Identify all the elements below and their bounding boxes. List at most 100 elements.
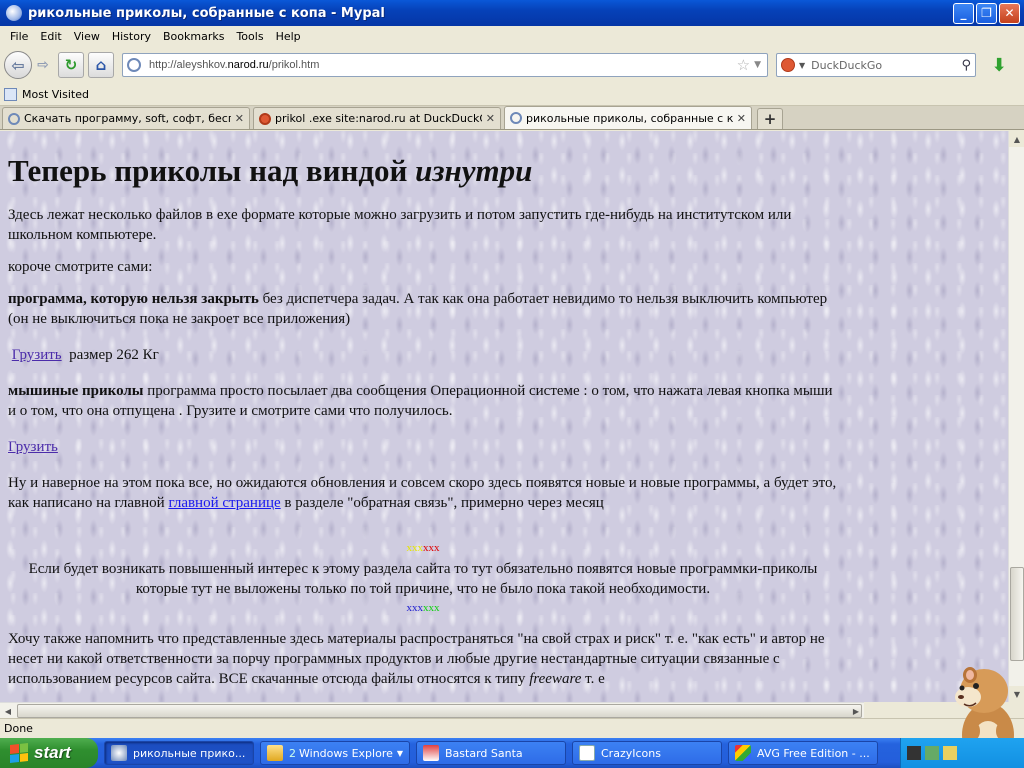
url-dropdown-icon[interactable]: ▼ [754,60,761,70]
download2-link[interactable]: Грузить [8,439,58,455]
taskbar-item-bastard-santa[interactable]: Bastard Santa [416,741,566,765]
status-bar: Done [0,718,1024,738]
menu-tools[interactable]: Tools [230,30,269,43]
mypal-app-icon[interactable] [6,5,22,21]
intro-paragraph: Здесь лежат несколько файлов в exe форма… [8,207,792,243]
duckduckgo-icon[interactable] [781,58,795,72]
horizontal-scroll-thumb[interactable] [17,704,862,718]
home-button[interactable]: ⌂ [88,52,114,78]
home-icon: ⌂ [95,56,107,74]
tray-icon[interactable] [907,746,921,760]
arrow-left-icon: ⇦ [11,55,25,75]
scroll-left-icon[interactable]: ◀ [0,703,16,719]
program2-description: мышиные приколы программа просто посылае… [8,381,838,421]
separator-top-red: xxx [423,542,440,554]
windows-flag-icon [10,743,28,763]
separator-bottom: xxxxxx [8,601,838,615]
tab-label: рикольные приколы, собранные с копа [526,111,733,125]
heading-plain: Теперь приколы над виндой [8,153,416,188]
taskbar-item-avg[interactable]: AVG Free Edition - ... [728,741,878,765]
bookmark-most-visited[interactable]: Most Visited [22,88,89,101]
scroll-right-icon[interactable]: ▶ [848,703,864,719]
vertical-scrollbar[interactable]: ▲ ▼ [1008,131,1024,702]
tray-icon[interactable] [943,746,957,760]
task-dropdown-icon: ▼ [396,748,403,758]
arrow-right-icon: ⇨ [37,57,49,73]
taskbar-item-windows-explorer[interactable]: 2 Windows Explorer ▼ [260,741,410,765]
vertical-scroll-thumb[interactable] [1010,567,1024,661]
back-button[interactable]: ⇦ [4,51,32,79]
status-text: Done [4,722,33,735]
menu-history[interactable]: History [106,30,157,43]
separator-bottom-blue: xxx [406,602,424,614]
task-label: Bastard Santa [445,746,523,760]
download1-size: размер 262 Кг [65,347,159,363]
close-button[interactable]: ✕ [999,2,1020,24]
window-title: рикольные приколы, собранные с копа - My… [28,5,385,21]
download-arrow-icon: ⬇ [991,54,1007,76]
scroll-up-icon[interactable]: ▲ [1009,131,1024,147]
forward-button[interactable]: ⇨ [32,54,54,76]
url-bar[interactable]: http://aleyshkov.narod.ru/prikol.htm ☆ ▼ [122,53,768,77]
santa-icon [423,745,439,761]
site-identity-icon[interactable] [127,58,141,72]
taskbar: start рикольные прико... 2 Windows Explo… [0,738,1024,768]
menu-help[interactable]: Help [270,30,307,43]
disclaimer-freeware: freeware [529,671,582,687]
taskbar-item-crazyicons[interactable]: CrazyIcons [572,741,722,765]
reload-button[interactable]: ↻ [58,52,84,78]
search-placeholder[interactable]: DuckDuckGo [811,59,961,72]
tab-download-programs[interactable]: Скачать программу, soft, софт, беспл... … [2,107,250,129]
new-tab-button[interactable]: + [757,108,783,129]
menu-edit[interactable]: Edit [34,30,67,43]
page-icon [510,112,522,124]
start-label: start [34,743,71,762]
task-count: 2 [289,746,296,760]
search-bar[interactable]: ▼ DuckDuckGo ⚲ [776,53,976,77]
window-icon [579,745,595,761]
disclaimer-paragraph: Хочу также напомнить что представленные … [8,629,838,689]
tray-icon[interactable] [925,746,939,760]
duckduckgo-icon [259,112,271,125]
downloads-button[interactable]: ⬇ [986,52,1012,78]
disclaimer-text-1: Хочу также напомнить что представленные … [8,631,825,687]
menu-bookmarks[interactable]: Bookmarks [157,30,230,43]
url-text[interactable]: http://aleyshkov.narod.ru/prikol.htm [149,59,737,71]
minimize-button[interactable]: _ [953,2,974,24]
tab-close-icon[interactable]: ✕ [235,112,244,125]
navigation-toolbar: ⇦ ⇨ ↻ ⌂ http://aleyshkov.narod.ru/prikol… [0,46,1024,84]
maximize-button[interactable]: ❐ [976,2,997,24]
disclaimer-text-2: т. е [581,671,605,687]
tab-label: prikol .exe site:narod.ru at DuckDuckGo [275,112,482,125]
url-path: /prikol.htm [268,59,320,71]
menu-view[interactable]: View [68,30,106,43]
taskbar-item-mypal[interactable]: рикольные прико... [104,741,254,765]
program1-description: программа, которую нельзя закрыть без ди… [8,289,838,329]
download1-link[interactable]: Грузить [12,347,62,363]
task-label: CrazyIcons [601,746,661,760]
interest-paragraph: Если будет возникать повышенный интерес … [28,561,818,597]
article: Теперь приколы над виндой изнутри Здесь … [8,131,838,689]
update-text-2: в разделе "обратная связь", примерно чер… [280,495,604,511]
bookmarks-toolbar: Most Visited [0,84,1024,106]
search-icon[interactable]: ⚲ [961,58,971,73]
tab-close-icon[interactable]: ✕ [486,112,495,125]
tab-strip: Скачать программу, soft, софт, беспл... … [0,106,1024,130]
separator-top-yellow: xxx [406,542,424,554]
main-page-link[interactable]: главной странице [168,495,280,511]
mypal-icon [111,745,127,761]
url-domain: narod.ru [227,59,269,71]
bookmark-star-icon[interactable]: ☆ [737,56,750,74]
horizontal-scrollbar[interactable]: ◀ ▶ [0,702,864,718]
start-button[interactable]: start [0,738,98,768]
search-engine-dropdown-icon[interactable]: ▼ [799,61,805,70]
tab-duckduckgo-search[interactable]: prikol .exe site:narod.ru at DuckDuckGo … [253,107,501,129]
menu-file[interactable]: File [4,30,34,43]
download1-line: Грузить размер 262 Кг [8,345,838,365]
task-label: рикольные прико... [133,746,246,760]
tab-label: Скачать программу, soft, софт, беспл... [24,112,231,125]
update-paragraph: Ну и наверное на этом пока все, но ожида… [8,473,838,513]
task-label: Windows Explorer [299,746,393,760]
tab-close-icon[interactable]: ✕ [737,112,746,125]
tab-prikoly-active[interactable]: рикольные приколы, собранные с копа ✕ [504,106,752,129]
